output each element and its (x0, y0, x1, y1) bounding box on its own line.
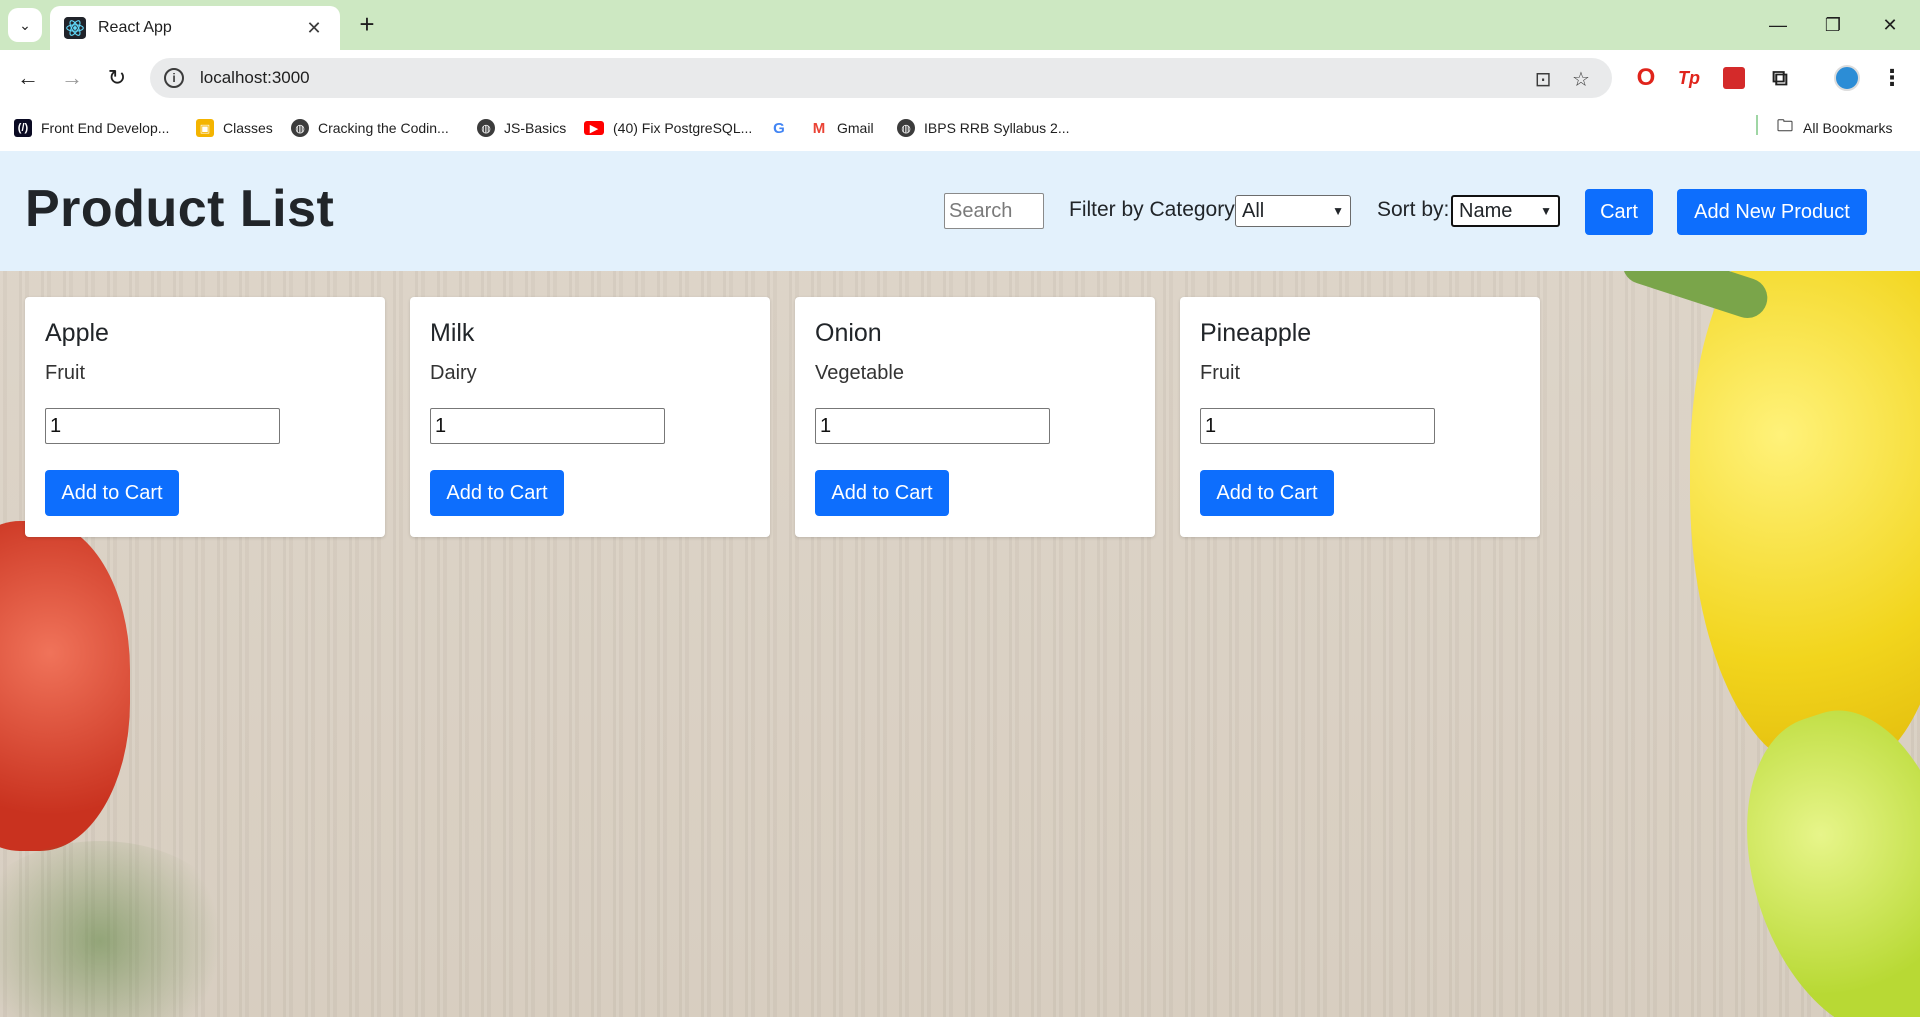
bookmark-item[interactable]: ◍ JS-Basics (477, 116, 566, 140)
product-category: Fruit (45, 362, 85, 384)
product-card: Milk Dairy 1 Add to Cart (410, 297, 770, 537)
classroom-icon: ▣ (196, 119, 214, 137)
add-to-cart-button[interactable]: Add to Cart (430, 470, 564, 516)
page-title: Product List (25, 180, 335, 238)
cart-button[interactable]: Cart (1585, 189, 1653, 235)
product-name: Milk (430, 319, 475, 347)
url-text[interactable]: localhost:3000 (200, 68, 310, 88)
profile-avatar[interactable] (1832, 63, 1862, 93)
reload-button[interactable]: ↻ (101, 62, 133, 94)
category-filter-value: All (1242, 199, 1265, 222)
freecodecamp-icon: (/) (14, 119, 32, 137)
bookmark-item[interactable]: ◍ IBPS RRB Syllabus 2... (897, 116, 1070, 140)
forward-button[interactable]: → (56, 62, 88, 94)
chevron-down-icon: ⌄ (19, 16, 31, 33)
bookmark-item[interactable]: M Gmail (810, 116, 874, 140)
browser-toolbar: ← → ↻ i localhost:3000 ⊡ ☆ O Tp ⧉ ⋮ (0, 50, 1920, 106)
quantity-input[interactable]: 1 (1200, 408, 1435, 444)
close-icon[interactable]: ✕ (302, 18, 326, 39)
bookmark-label: JS-Basics (504, 120, 567, 136)
arrow-right-icon: → (61, 65, 83, 90)
more-menu-icon[interactable]: ⋮ (1877, 63, 1907, 93)
product-category: Fruit (1200, 362, 1240, 384)
product-card: Pineapple Fruit 1 Add to Cart (1180, 297, 1540, 537)
category-filter-select[interactable]: All ▼ (1235, 195, 1351, 227)
bookmark-item[interactable]: (/) Front End Develop... (14, 116, 169, 140)
browser-tab[interactable]: React App ✕ (50, 6, 340, 50)
chevron-down-icon: ▼ (1332, 204, 1344, 218)
bookmark-item[interactable]: ◍ Cracking the Codin... (291, 116, 449, 140)
bookmark-item[interactable]: ▶ (40) Fix PostgreSQL... (584, 116, 752, 140)
bookmark-label: Classes (223, 120, 273, 136)
all-bookmarks-button[interactable]: 🗀 All Bookmarks (1776, 116, 1892, 140)
page-viewport: Product List Filter by Category: All ▼ S… (0, 151, 1920, 1017)
product-name: Pineapple (1200, 319, 1312, 347)
back-button[interactable]: ← (12, 62, 44, 94)
quantity-input[interactable]: 1 (45, 408, 280, 444)
quantity-input[interactable]: 1 (430, 408, 665, 444)
product-card: Apple Fruit 1 Add to Cart (25, 297, 385, 537)
restore-button[interactable]: ❐ (1813, 10, 1853, 40)
product-name: Apple (45, 319, 109, 347)
bookmark-label: Gmail (837, 120, 874, 136)
add-new-product-button[interactable]: Add New Product (1677, 189, 1867, 235)
folder-icon: 🗀 (1776, 117, 1793, 135)
bookmark-label: Cracking the Codin... (318, 120, 449, 136)
bookmark-item[interactable]: G (770, 116, 797, 140)
tp-extension-icon[interactable]: Tp (1674, 63, 1704, 93)
tab-title: React App (98, 19, 172, 36)
puzzle-icon[interactable]: ⧉ (1765, 63, 1795, 93)
chevron-down-icon: ▼ (1540, 204, 1552, 218)
add-to-cart-button[interactable]: Add to Cart (815, 470, 949, 516)
quantity-input[interactable]: 1 (815, 408, 1050, 444)
restore-icon: ❐ (1824, 14, 1842, 35)
close-window-button[interactable]: ✕ (1870, 10, 1910, 40)
close-icon: ✕ (1882, 14, 1898, 35)
info-icon[interactable]: i (164, 68, 184, 88)
youtube-icon: ▶ (584, 121, 604, 135)
minimize-icon: — (1769, 14, 1787, 35)
filter-label: Filter by Category: (1069, 198, 1241, 221)
globe-icon: ◍ (291, 119, 309, 137)
globe-icon: ◍ (897, 119, 915, 137)
reload-icon: ↻ (107, 65, 127, 90)
gmail-icon: M (812, 119, 826, 137)
sort-select[interactable]: Name ▼ (1451, 195, 1560, 227)
arrow-left-icon: ← (17, 65, 39, 90)
all-bookmarks-label: All Bookmarks (1803, 120, 1893, 136)
star-icon[interactable]: ☆ (1568, 66, 1594, 92)
bookmarks-divider (1756, 115, 1758, 135)
address-bar[interactable]: i localhost:3000 ⊡ ☆ (150, 58, 1612, 98)
search-input[interactable] (944, 193, 1044, 229)
tab-search-button[interactable]: ⌄ (8, 8, 42, 42)
product-name: Onion (815, 319, 882, 347)
app-header: Product List Filter by Category: All ▼ S… (0, 151, 1920, 271)
add-to-cart-button[interactable]: Add to Cart (45, 470, 179, 516)
product-card: Onion Vegetable 1 Add to Cart (795, 297, 1155, 537)
google-icon: G (773, 119, 785, 137)
red-extension-icon[interactable] (1719, 63, 1749, 93)
new-tab-button[interactable]: + (352, 10, 382, 40)
plus-icon: + (359, 9, 375, 39)
browser-tab-bar: ⌄ React App ✕ + — ❐ ✕ (0, 0, 1920, 50)
minimize-button[interactable]: — (1758, 10, 1798, 40)
product-category: Vegetable (815, 362, 904, 384)
bookmark-label: (40) Fix PostgreSQL... (613, 120, 753, 136)
sort-value: Name (1459, 199, 1513, 222)
globe-icon: ◍ (477, 119, 495, 137)
product-category: Dairy (430, 362, 477, 384)
install-app-icon[interactable]: ⊡ (1530, 66, 1556, 92)
sort-label: Sort by: (1377, 198, 1450, 221)
opera-extension-icon[interactable]: O (1631, 63, 1661, 93)
bookmark-item[interactable]: ▣ Classes (196, 116, 273, 140)
bookmark-label: IBPS RRB Syllabus 2... (924, 120, 1070, 136)
react-icon (64, 17, 86, 39)
bookmarks-bar: (/) Front End Develop... ▣ Classes ◍ Cra… (0, 106, 1920, 151)
add-to-cart-button[interactable]: Add to Cart (1200, 470, 1334, 516)
bookmark-label: Front End Develop... (41, 120, 170, 136)
